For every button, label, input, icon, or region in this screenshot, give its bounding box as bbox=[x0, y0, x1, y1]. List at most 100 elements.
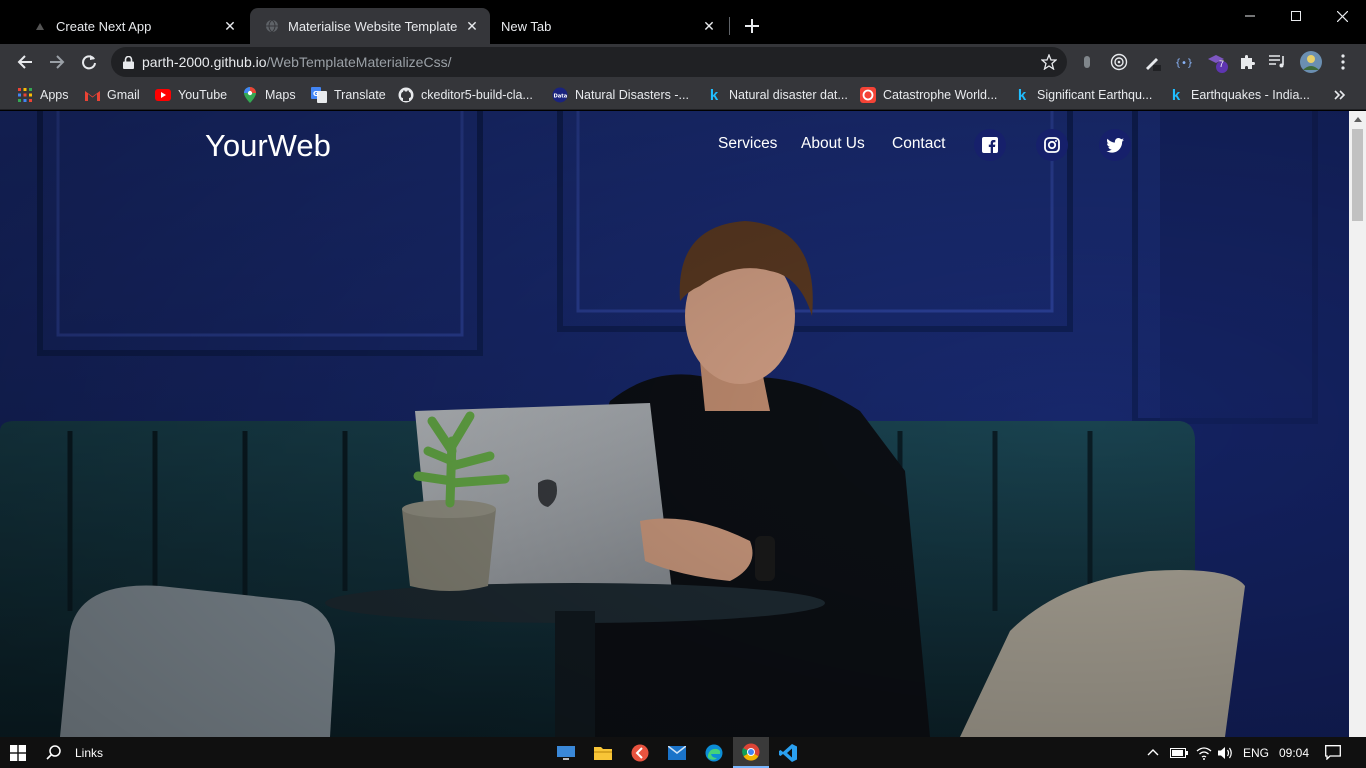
close-icon[interactable]: ✕ bbox=[699, 16, 719, 36]
kaggle-icon: k bbox=[1017, 86, 1027, 104]
file-explorer-icon[interactable] bbox=[585, 737, 621, 768]
edge-browser-icon[interactable] bbox=[696, 737, 732, 768]
tab-create-next-app[interactable]: Create Next App ✕ bbox=[18, 8, 248, 44]
bookmark-label: Natural Disasters -... bbox=[575, 88, 689, 102]
bookmark-catastrophe-world[interactable]: Catastrophe World... bbox=[860, 84, 997, 106]
nav-link-about-us[interactable]: About Us bbox=[801, 135, 865, 153]
vscode-icon[interactable] bbox=[770, 737, 806, 768]
back-button[interactable] bbox=[11, 48, 39, 76]
windows-taskbar: Links ENG 09:04 bbox=[0, 737, 1366, 768]
twitter-button[interactable] bbox=[1099, 129, 1131, 161]
search-label: Links bbox=[75, 745, 104, 760]
svg-text:{•}: {•} bbox=[1175, 58, 1193, 69]
reload-button[interactable] bbox=[75, 48, 103, 76]
search-icon bbox=[46, 745, 61, 760]
kaggle-icon: k bbox=[709, 86, 719, 104]
bookmark-label: Gmail bbox=[107, 88, 140, 102]
tab-title: Create Next App bbox=[56, 18, 152, 34]
tab-title: New Tab bbox=[501, 18, 552, 34]
bookmark-star-icon[interactable] bbox=[1039, 52, 1059, 72]
battery-icon[interactable] bbox=[1168, 737, 1190, 768]
media-control-icon[interactable] bbox=[1266, 50, 1290, 74]
bookmark-translate[interactable]: G Translate bbox=[311, 84, 386, 106]
windows-start-icon[interactable] bbox=[0, 737, 36, 768]
scroll-up-arrow-icon[interactable] bbox=[1349, 111, 1366, 128]
tab-separator bbox=[729, 17, 730, 35]
page-scrollbar[interactable] bbox=[1349, 111, 1366, 737]
chevron-up-icon[interactable] bbox=[1143, 737, 1163, 768]
page-viewport: YourWeb Services About Us Contact bbox=[0, 111, 1349, 737]
forward-button[interactable] bbox=[43, 48, 71, 76]
bookmark-gmail[interactable]: Gmail bbox=[84, 84, 140, 106]
facebook-icon bbox=[982, 137, 998, 153]
lock-icon[interactable] bbox=[123, 55, 134, 69]
close-icon[interactable]: ✕ bbox=[220, 16, 240, 36]
close-window-button[interactable] bbox=[1319, 0, 1365, 32]
bookmark-significant-earthquakes[interactable]: k Significant Earthqu... bbox=[1014, 84, 1153, 106]
bookmark-maps[interactable]: Maps bbox=[242, 84, 296, 106]
bookmark-earthquakes-india[interactable]: k Earthquakes - India... bbox=[1168, 84, 1310, 106]
instagram-button[interactable] bbox=[1036, 129, 1068, 161]
extension-badge-count: 7 bbox=[1219, 59, 1225, 69]
bookmark-ckeditor[interactable]: ckeditor5-build-cla... bbox=[398, 84, 533, 106]
bookmark-label: Maps bbox=[265, 88, 296, 102]
clock[interactable]: 09:04 bbox=[1274, 737, 1314, 768]
wifi-icon[interactable] bbox=[1193, 737, 1215, 768]
tab-strip: Create Next App ✕ Materialise Website Te… bbox=[0, 0, 1366, 44]
url-path: /WebTemplateMaterializeCss/ bbox=[266, 54, 452, 70]
catastrophe-app-icon[interactable] bbox=[622, 737, 658, 768]
nav-link-contact[interactable]: Contact bbox=[892, 135, 945, 153]
language-indicator[interactable]: ENG bbox=[1238, 737, 1274, 768]
tab-materialise-website-template[interactable]: Materialise Website Template ✕ bbox=[250, 8, 490, 44]
kebab-menu-icon[interactable] bbox=[1331, 50, 1355, 74]
desktop-app-icon[interactable] bbox=[548, 737, 584, 768]
site-navbar: YourWeb Services About Us Contact bbox=[0, 111, 1349, 179]
bookmark-label: Translate bbox=[334, 88, 386, 102]
gmail-icon bbox=[84, 87, 100, 103]
apps-grid-icon bbox=[17, 87, 33, 103]
data-icon: Data bbox=[552, 87, 568, 103]
bookmark-apps[interactable]: Apps bbox=[17, 84, 69, 106]
tab-title: Materialise Website Template bbox=[288, 18, 458, 34]
bookmark-label: ckeditor5-build-cla... bbox=[421, 88, 533, 102]
svg-text:G: G bbox=[313, 90, 319, 98]
maps-icon bbox=[242, 87, 258, 103]
extension-json-icon[interactable]: {•} bbox=[1172, 50, 1196, 74]
extension-gray-icon[interactable] bbox=[1075, 50, 1099, 74]
address-bar[interactable]: parth-2000.github.io /WebTemplateMateria… bbox=[111, 47, 1067, 77]
notifications-icon[interactable] bbox=[1320, 737, 1346, 768]
new-tab-button[interactable] bbox=[738, 12, 766, 40]
bookmark-youtube[interactable]: YouTube bbox=[155, 84, 227, 106]
bookmark-label: YouTube bbox=[178, 88, 228, 102]
facebook-button[interactable] bbox=[974, 129, 1006, 161]
minimize-button[interactable] bbox=[1227, 0, 1273, 32]
bookmark-label: Apps bbox=[40, 88, 69, 102]
bookmark-natural-disasters[interactable]: Data Natural Disasters -... bbox=[552, 84, 689, 106]
globe-icon bbox=[264, 18, 280, 34]
scroll-thumb[interactable] bbox=[1352, 129, 1363, 221]
extension-pen-icon[interactable] bbox=[1140, 50, 1164, 74]
bookmark-label: Significant Earthqu... bbox=[1037, 88, 1153, 102]
bookmark-label: Catastrophe World... bbox=[883, 88, 998, 102]
extension-target-icon[interactable] bbox=[1107, 50, 1131, 74]
tab-new-tab[interactable]: New Tab ✕ bbox=[487, 8, 727, 44]
kaggle-icon: k bbox=[1171, 86, 1181, 104]
mail-icon[interactable] bbox=[659, 737, 695, 768]
extension-badge-icon[interactable]: 7 bbox=[1205, 50, 1229, 74]
github-icon bbox=[398, 87, 414, 103]
bookmarks-overflow-icon[interactable] bbox=[1334, 84, 1346, 106]
extensions-puzzle-icon[interactable] bbox=[1235, 50, 1259, 74]
taskbar-search[interactable]: Links bbox=[40, 737, 120, 768]
chrome-browser-icon[interactable] bbox=[733, 737, 769, 768]
bookmark-label: Natural disaster dat... bbox=[729, 88, 848, 102]
instagram-icon bbox=[1044, 137, 1060, 153]
close-icon[interactable]: ✕ bbox=[462, 16, 482, 36]
profile-avatar[interactable] bbox=[1298, 49, 1324, 75]
brand-logo[interactable]: YourWeb bbox=[205, 128, 331, 164]
bookmark-natural-disaster-data[interactable]: k Natural disaster dat... bbox=[706, 84, 848, 106]
nav-link-services[interactable]: Services bbox=[718, 135, 777, 153]
svg-text:Data: Data bbox=[554, 94, 568, 100]
maximize-button[interactable] bbox=[1273, 0, 1319, 32]
bookmarks-bar: Apps Gmail YouTube Maps G Translate cked… bbox=[0, 80, 1366, 110]
volume-icon[interactable] bbox=[1215, 737, 1237, 768]
